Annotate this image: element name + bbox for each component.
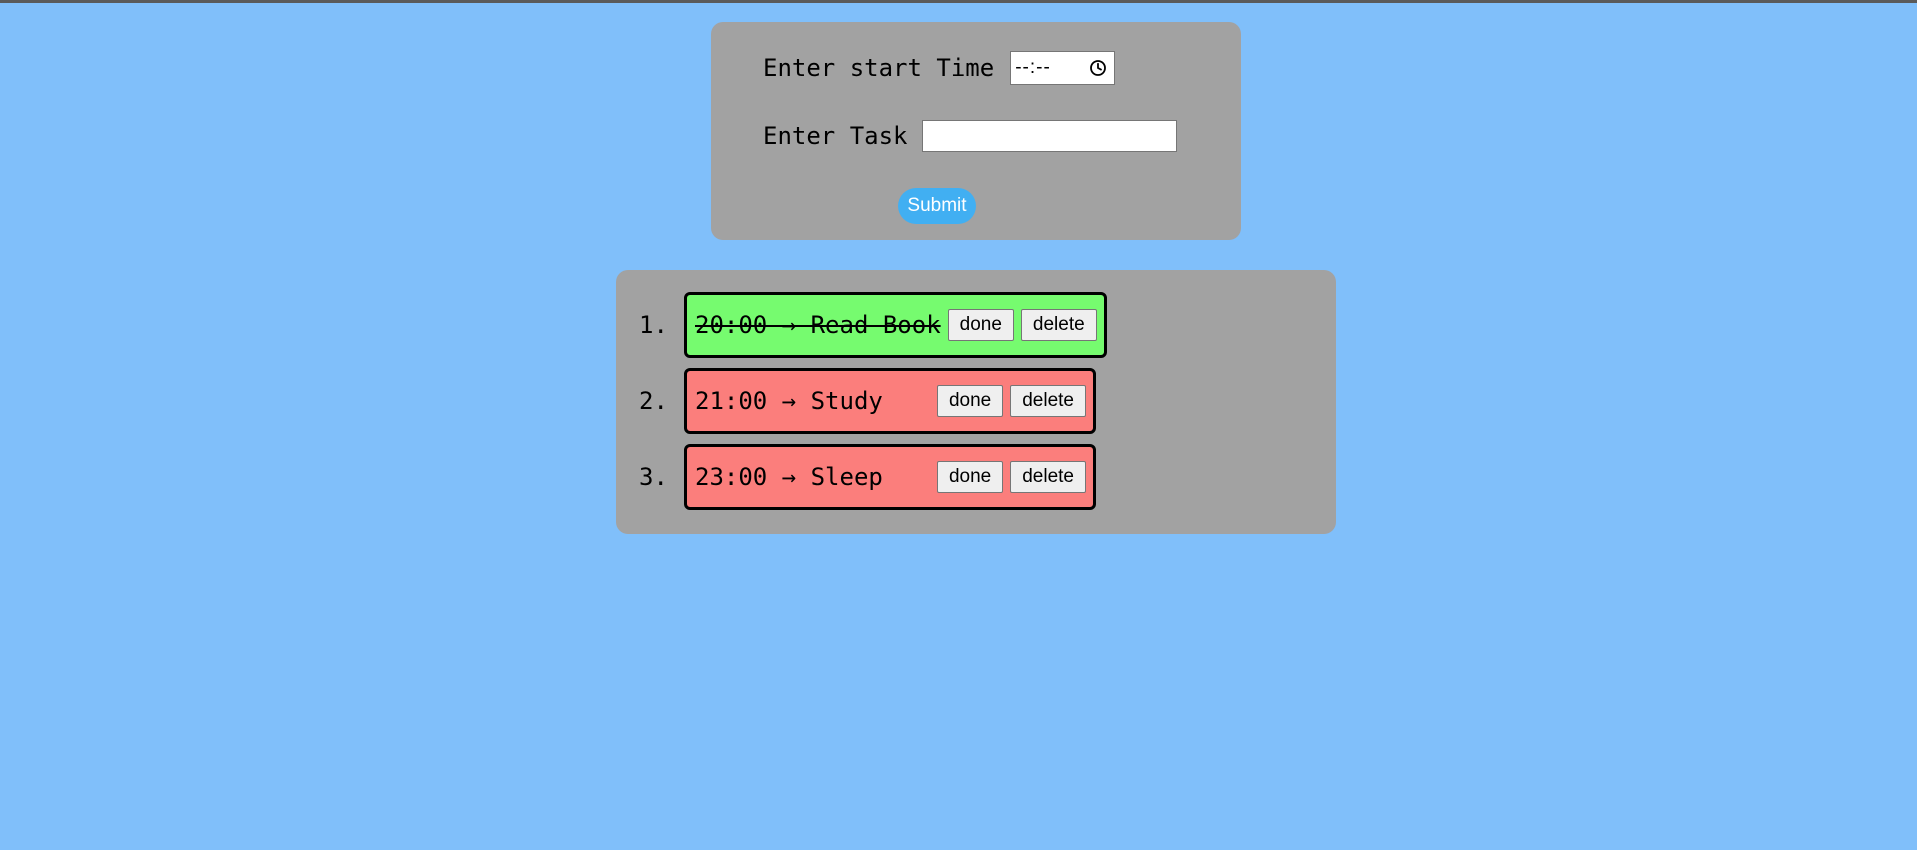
task-number: 3.	[639, 463, 668, 491]
start-time-label: Enter start Time	[763, 54, 995, 82]
delete-button[interactable]: delete	[1010, 461, 1086, 493]
task-text: 20:00 → Read Book	[695, 311, 941, 339]
task-list-item: 2. 21:00 → Study done delete	[639, 368, 1096, 434]
done-button[interactable]: done	[936, 461, 1004, 493]
window-top-border	[0, 0, 1917, 3]
task-number: 1.	[639, 311, 668, 339]
delete-button[interactable]: delete	[1010, 385, 1086, 417]
task-text: 23:00 → Sleep	[695, 463, 883, 491]
task-list-item: 1. 20:00 → Read Book done delete	[639, 292, 1107, 358]
done-button[interactable]: done	[947, 309, 1014, 341]
task-input[interactable]	[921, 120, 1177, 152]
task-card-pending: 23:00 → Sleep done delete	[684, 444, 1096, 510]
done-button[interactable]: done	[936, 385, 1004, 417]
start-time-input[interactable]: --:--	[1010, 51, 1116, 85]
task-list-item: 3. 23:00 → Sleep done delete	[639, 444, 1096, 510]
task-entry-form: Enter start Time --:-- Enter Task Submit	[711, 22, 1241, 240]
task-card-pending: 21:00 → Study done delete	[684, 368, 1096, 434]
task-number: 2.	[639, 387, 668, 415]
delete-button[interactable]: delete	[1020, 309, 1097, 341]
start-time-value: --:--	[1015, 57, 1051, 78]
task-row: Enter Task	[763, 120, 1177, 152]
task-text: 21:00 → Study	[695, 387, 883, 415]
submit-button[interactable]: Submit	[898, 188, 976, 224]
task-list-panel: 1. 20:00 → Read Book done delete 2. 21:0…	[616, 270, 1336, 534]
clock-icon[interactable]	[1089, 59, 1107, 77]
task-card-done: 20:00 → Read Book done delete	[684, 292, 1107, 358]
task-label: Enter Task	[763, 122, 908, 150]
start-time-row: Enter start Time --:--	[763, 51, 1116, 85]
